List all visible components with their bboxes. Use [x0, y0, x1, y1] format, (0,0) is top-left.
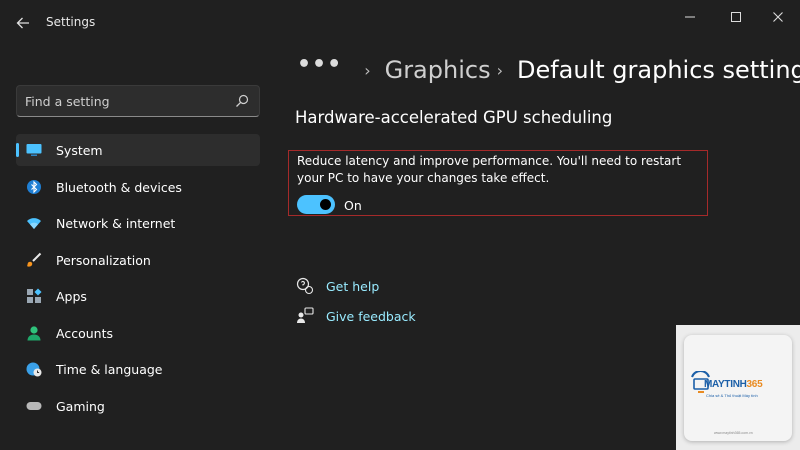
brush-icon [26, 252, 42, 268]
breadcrumb-item-graphics[interactable]: Graphics [385, 56, 491, 84]
sidebar-item-label: Time & language [56, 362, 163, 377]
sidebar-item-network[interactable]: Network & internet [16, 207, 260, 239]
gamepad-icon [26, 398, 42, 414]
give-feedback-link[interactable]: Give feedback [296, 306, 416, 326]
breadcrumb: ••• › Graphics › Default graphics settin… [297, 52, 800, 88]
sidebar-item-label: Bluetooth & devices [56, 179, 182, 195]
chevron-right-icon: › [364, 60, 371, 80]
watermark-tagline: Chia sẻ & Thủ thuật Máy tính [706, 393, 758, 398]
sidebar-item-gaming[interactable]: Gaming [16, 390, 260, 422]
gpu-scheduling-toggle[interactable] [297, 195, 335, 214]
apps-icon [26, 288, 42, 304]
globe-clock-icon [26, 361, 42, 377]
chevron-right-icon: › [496, 60, 503, 80]
get-help-text[interactable]: Get help [326, 279, 379, 294]
minimize-icon [685, 16, 695, 18]
close-icon [773, 12, 783, 22]
minimize-button[interactable] [670, 4, 710, 30]
sidebar-item-label: Accounts [56, 325, 113, 341]
get-help-link[interactable]: Get help [296, 276, 379, 296]
sidebar-item-label: Apps [56, 289, 87, 304]
sidebar-item-bluetooth[interactable]: Bluetooth & devices [16, 171, 260, 203]
sidebar-item-accounts[interactable]: Accounts [16, 317, 260, 349]
watermark-footer: www.maytinh365.com.vn [714, 431, 753, 435]
search-box[interactable] [16, 85, 260, 117]
sidebar-item-label: Personalization [56, 252, 151, 268]
wifi-icon [26, 215, 42, 231]
feedback-icon [296, 307, 314, 325]
back-button[interactable] [10, 10, 36, 36]
sidebar-item-label: Network & internet [56, 216, 176, 231]
sidebar-item-time-language[interactable]: Time & language [16, 353, 260, 385]
help-chat-icon [296, 277, 314, 295]
sidebar-item-apps[interactable]: Apps [16, 280, 260, 312]
maximize-icon [731, 12, 741, 22]
sidebar-nav: System Bluetooth & devices Network & int… [16, 134, 260, 426]
arrow-left-icon [16, 17, 29, 29]
toggle-state-label: On [344, 198, 362, 213]
watermark-brand: MAYTINH365 [704, 379, 763, 390]
search-icon[interactable] [235, 94, 249, 108]
brand-main: MAYTINH [704, 379, 747, 390]
sidebar-item-label: Gaming [56, 398, 105, 414]
setting-description: Reduce latency and improve performance. … [297, 154, 682, 185]
watermark-logo: MAYTINH365 Chia sẻ & Thủ thuật Máy tính … [676, 325, 800, 450]
person-icon [26, 325, 42, 341]
section-title: Hardware-accelerated GPU scheduling [295, 108, 613, 127]
app-title: Settings [46, 15, 96, 29]
sidebar-item-personalization[interactable]: Personalization [16, 244, 260, 276]
search-input[interactable] [17, 86, 227, 116]
gpu-scheduling-setting: Reduce latency and improve performance. … [288, 150, 708, 216]
bluetooth-icon [26, 179, 42, 195]
brand-accent: 365 [746, 379, 763, 390]
give-feedback-text[interactable]: Give feedback [326, 309, 416, 324]
title-bar: Settings [0, 0, 800, 44]
close-button[interactable] [758, 4, 798, 30]
toggle-knob [320, 199, 331, 210]
sidebar-item-label: System [56, 143, 103, 158]
sidebar-item-system[interactable]: System [16, 134, 260, 166]
watermark-card: MAYTINH365 Chia sẻ & Thủ thuật Máy tính … [684, 335, 792, 441]
monitor-icon [26, 142, 42, 158]
page-title: Default graphics settings [516, 56, 800, 84]
breadcrumb-more-button[interactable]: ••• [297, 54, 342, 86]
maximize-button[interactable] [716, 4, 756, 30]
